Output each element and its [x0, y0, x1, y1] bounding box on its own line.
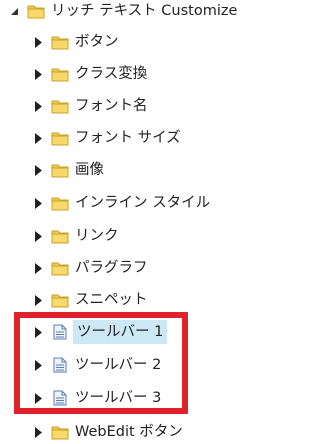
folder-icon	[51, 292, 69, 308]
collapse-arrow-icon[interactable]	[34, 100, 43, 112]
tree-node-label: ツールバー 2	[75, 357, 162, 373]
collapse-arrow-icon[interactable]	[34, 164, 43, 176]
document-icon	[51, 390, 69, 406]
tree-node-label: ツールバー 1	[73, 320, 168, 344]
tree-node-label: フォント名	[75, 98, 148, 114]
folder-icon	[51, 98, 69, 114]
tree-node-label: スニペット	[75, 292, 148, 308]
folder-icon	[51, 260, 69, 276]
tree-node-label: クラス変換	[75, 66, 148, 82]
tree-node[interactable]: パラグラフ	[34, 256, 148, 280]
collapse-arrow-icon[interactable]	[34, 359, 43, 371]
collapse-arrow-icon[interactable]	[34, 68, 43, 80]
tree-node-label: リンク	[75, 228, 119, 244]
collapse-arrow-icon[interactable]	[34, 36, 43, 48]
folder-icon	[51, 162, 69, 178]
folder-icon	[51, 130, 69, 146]
document-icon	[51, 324, 69, 340]
tree-node-label: インライン スタイル	[75, 195, 211, 211]
tree-node[interactable]: フォント名	[34, 94, 148, 118]
collapse-arrow-icon[interactable]	[34, 132, 43, 144]
document-icon	[51, 357, 69, 373]
tree-node[interactable]: インライン スタイル	[34, 191, 210, 215]
tree-node-label: フォント サイズ	[75, 130, 181, 146]
collapse-arrow-icon[interactable]	[34, 392, 43, 404]
tree-node[interactable]: WebEdit ボタン	[34, 420, 183, 444]
tree-node[interactable]: リンク	[34, 224, 119, 248]
collapse-arrow-icon[interactable]	[34, 262, 43, 274]
tree-node-selected[interactable]: ツールバー 1	[34, 320, 168, 344]
collapse-arrow-icon[interactable]	[34, 230, 43, 242]
tree-node-label: リッチ テキスト Customize	[51, 3, 238, 19]
collapse-arrow-icon[interactable]	[34, 326, 43, 338]
collapse-arrow-icon[interactable]	[34, 294, 43, 306]
tree-node[interactable]: クラス変換	[34, 62, 147, 86]
tree-node[interactable]: スニペット	[34, 288, 148, 312]
expand-arrow-icon[interactable]	[10, 5, 19, 17]
tree-node[interactable]: ツールバー 2	[34, 353, 161, 377]
tree-node-root[interactable]: リッチ テキスト Customize	[10, 0, 237, 23]
tree-node[interactable]: ツールバー 3	[34, 386, 161, 410]
tree-node[interactable]: フォント サイズ	[34, 126, 181, 150]
tree-node-label: パラグラフ	[75, 260, 148, 276]
folder-icon	[51, 228, 69, 244]
folder-icon	[51, 66, 69, 82]
tree-node[interactable]: ボタン	[34, 30, 119, 54]
folder-icon	[27, 3, 45, 19]
tree-node-label: 画像	[75, 162, 104, 178]
tree-node-label: ボタン	[75, 34, 119, 50]
folder-icon	[51, 195, 69, 211]
folder-icon	[51, 424, 69, 440]
tree-node[interactable]: 画像	[34, 158, 104, 182]
collapse-arrow-icon[interactable]	[34, 197, 43, 209]
tree-node-label: WebEdit ボタン	[75, 424, 183, 440]
tree-node-label: ツールバー 3	[75, 390, 162, 406]
folder-icon	[51, 34, 69, 50]
collapse-arrow-icon[interactable]	[34, 426, 43, 438]
